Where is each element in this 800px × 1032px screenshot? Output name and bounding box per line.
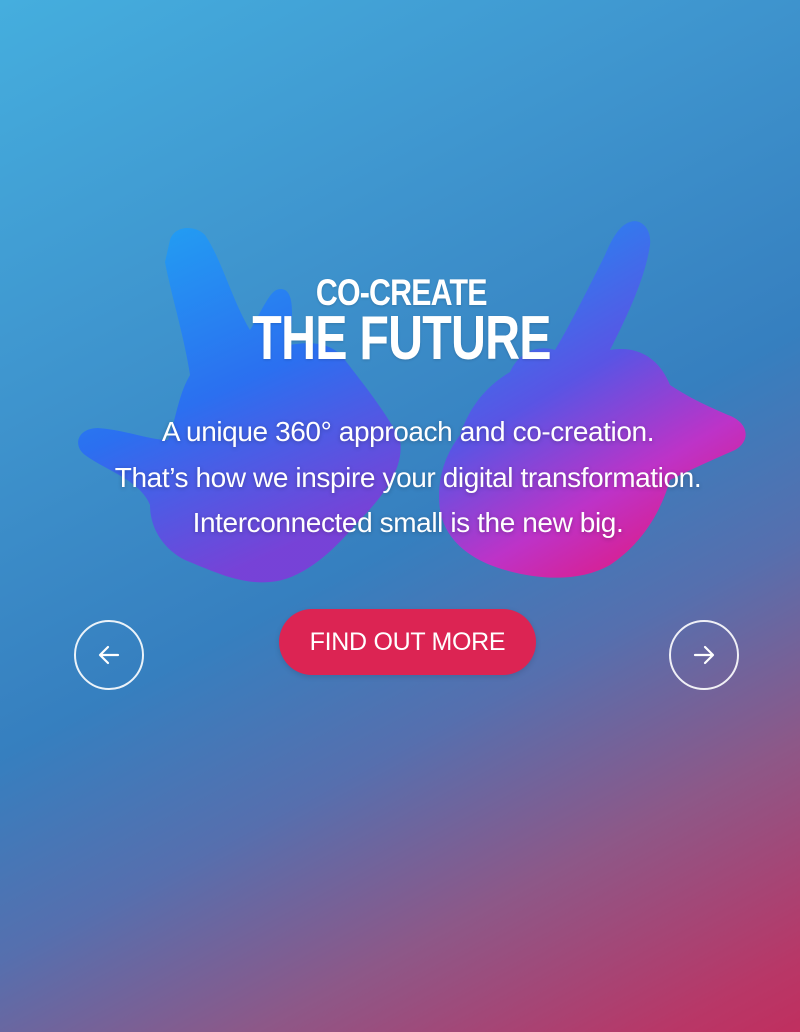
- arrow-right-icon: [693, 645, 715, 665]
- tagline-line: Interconnected small is the new big.: [192, 507, 624, 538]
- tagline-line: A unique 360° approach and co-creation.: [161, 416, 655, 447]
- hero-tagline: A unique 360° approach and co-creation. …: [0, 409, 800, 546]
- hero-slide: CO-CREATE THE FUTURE A unique 360° appro…: [0, 0, 800, 1032]
- tagline-line: That’s how we inspire your digital trans…: [114, 461, 702, 493]
- arrow-left-icon: [98, 645, 120, 665]
- find-out-more-button[interactable]: FIND OUT MORE: [279, 609, 536, 675]
- hero-heading-main: THE FUTURE: [252, 304, 551, 373]
- carousel-prev-button[interactable]: [74, 620, 144, 690]
- carousel-next-button[interactable]: [669, 620, 739, 690]
